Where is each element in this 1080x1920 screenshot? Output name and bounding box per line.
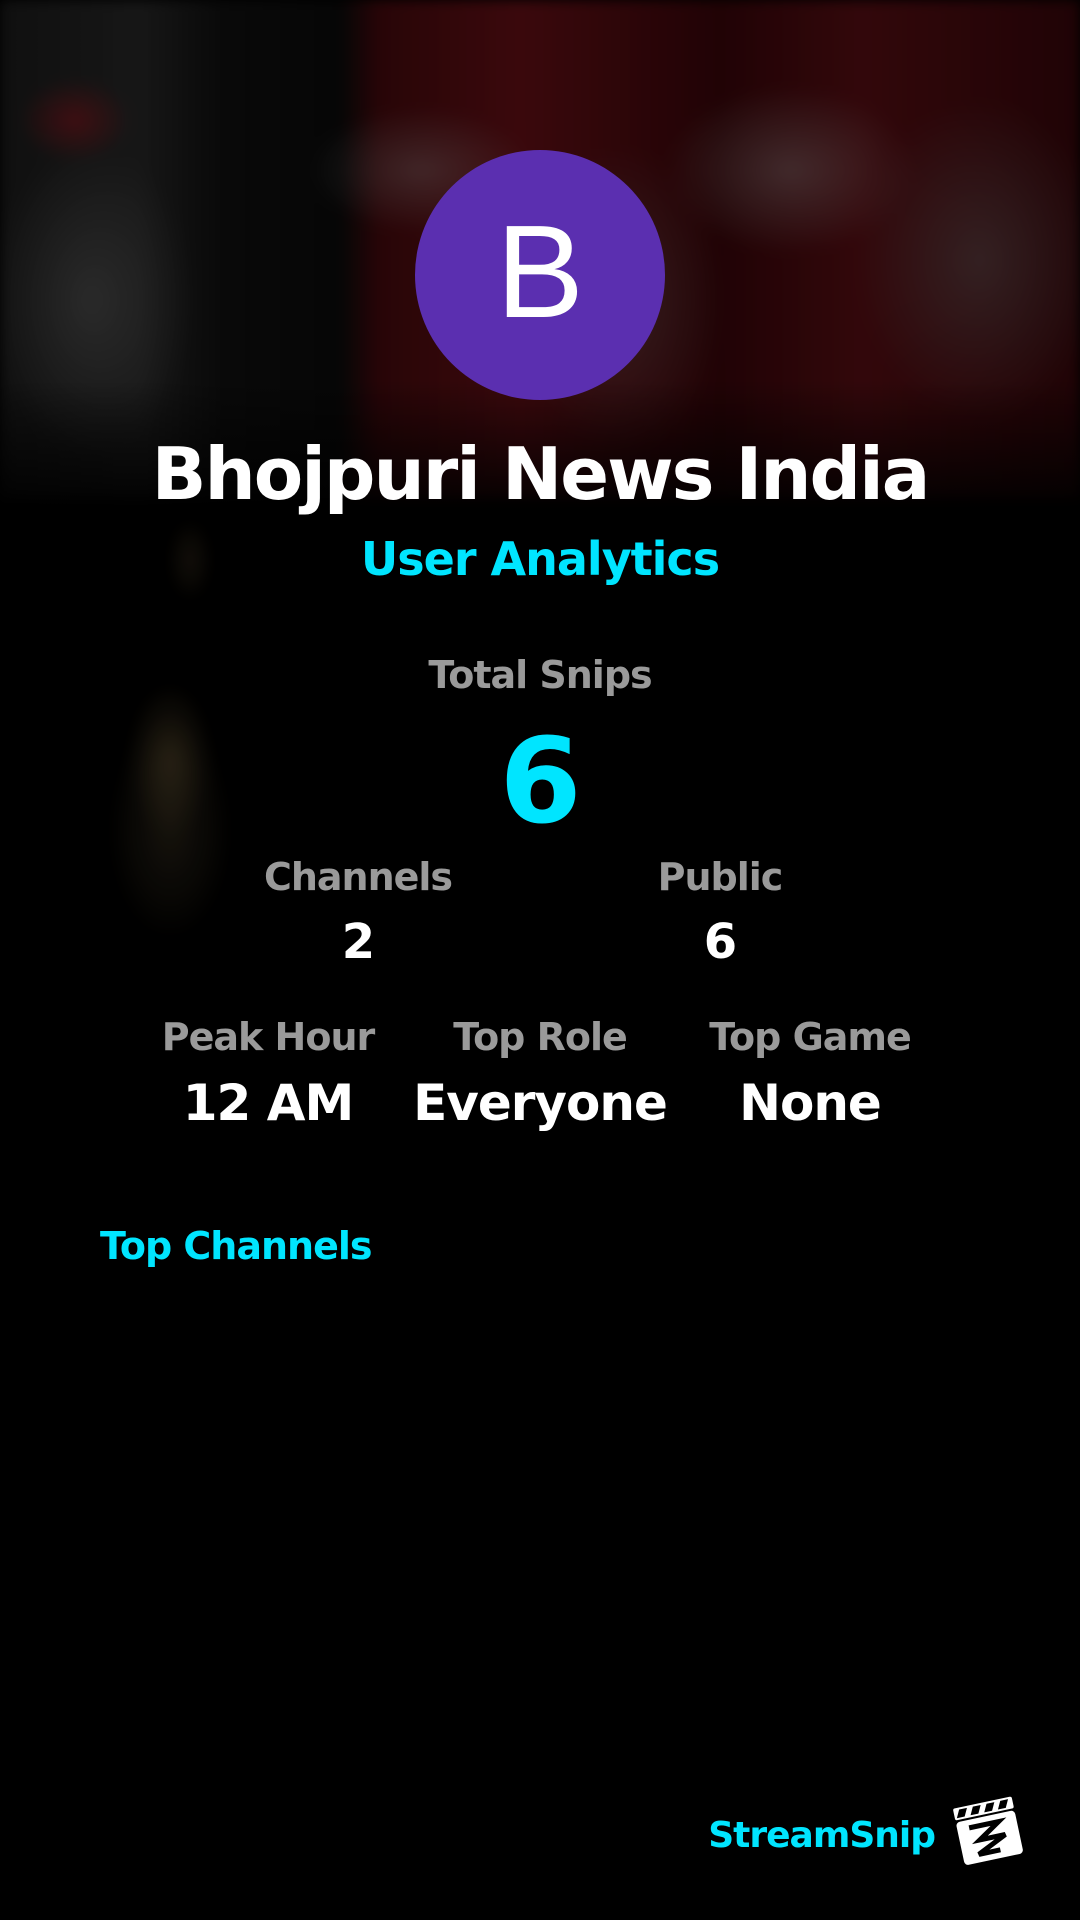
top-role-label: Top Role: [453, 1015, 628, 1059]
top-role-value: Everyone: [413, 1074, 668, 1132]
channels-label: Channels: [263, 855, 453, 899]
top-game-value: None: [739, 1074, 882, 1132]
top-game-label: Top Game: [709, 1015, 912, 1059]
clapperboard-icon: [953, 1796, 1023, 1865]
public-value: 6: [703, 914, 737, 970]
avatar-letter: B: [495, 198, 585, 345]
page-subtitle: User Analytics: [360, 532, 720, 586]
brand-name: StreamSnip: [708, 1815, 936, 1856]
peak-hour-label: Peak Hour: [161, 1015, 375, 1059]
channel-name: Bhojpuri News India: [151, 432, 931, 516]
analytics-card: B Bhojpuri News India User Analytics Tot…: [0, 0, 1080, 1920]
total-snips-value: 6: [499, 712, 581, 850]
total-snips-label: Total Snips: [428, 653, 652, 697]
public-label: Public: [657, 855, 784, 899]
top-channels-heading: Top Channels: [100, 1224, 373, 1268]
peak-hour-value: 12 AM: [182, 1074, 354, 1132]
avatar: B: [415, 150, 665, 400]
channels-value: 2: [341, 914, 375, 970]
